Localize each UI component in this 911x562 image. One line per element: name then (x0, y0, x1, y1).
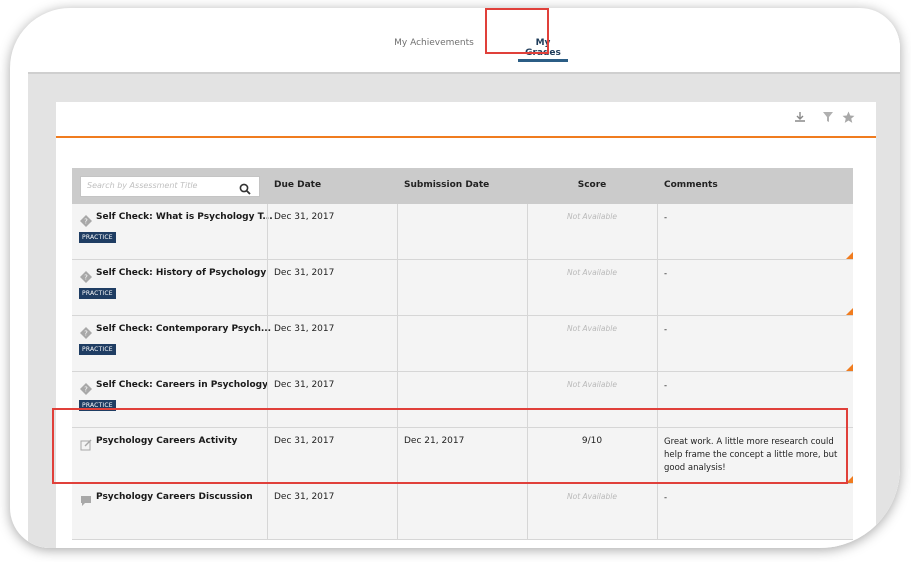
header-comments[interactable]: Comments (664, 180, 718, 190)
star-icon[interactable] (842, 111, 855, 127)
assessment-title[interactable]: Psychology Careers Discussion (96, 492, 253, 502)
assessment-title[interactable]: Self Check: What is Psychology T... (96, 212, 273, 222)
assessment-title[interactable]: Self Check: History of Psychology (96, 268, 266, 278)
header-submission-date[interactable]: Submission Date (404, 180, 489, 190)
due-date: Dec 31, 2017 (274, 268, 335, 278)
svg-text:?: ? (84, 330, 88, 338)
table-row[interactable]: ? Self Check: Contemporary Psych... PRAC… (72, 316, 853, 372)
panel-toolbar (56, 102, 876, 138)
assessment-title[interactable]: Self Check: Contemporary Psych... (96, 324, 271, 334)
expand-corner-icon[interactable] (846, 308, 853, 315)
due-date: Dec 31, 2017 (274, 492, 335, 502)
table-row[interactable]: Psychology Careers Discussion Dec 31, 20… (72, 484, 853, 540)
self-check-icon: ? (80, 380, 92, 395)
comment: - (664, 213, 668, 223)
table-row[interactable]: ? Self Check: What is Psychology T... PR… (72, 204, 853, 260)
highlight-my-grades-tab (485, 8, 549, 54)
comment: - (664, 325, 668, 335)
svg-text:?: ? (84, 218, 88, 226)
due-date: Dec 31, 2017 (274, 324, 335, 334)
score: Not Available (567, 212, 617, 221)
column-divider (527, 204, 528, 540)
self-check-icon: ? (80, 212, 92, 227)
comment: - (664, 269, 668, 279)
highlight-graded-row (52, 408, 848, 484)
due-date: Dec 31, 2017 (274, 380, 335, 390)
tab-bar: My Achievements My Grades (28, 22, 900, 74)
tab-my-achievements[interactable]: My Achievements (394, 38, 474, 48)
column-divider (397, 204, 398, 540)
svg-text:?: ? (84, 386, 88, 394)
expand-corner-icon[interactable] (846, 252, 853, 259)
comment: - (664, 493, 668, 503)
practice-badge: PRACTICE (79, 288, 116, 299)
search-icon[interactable] (239, 180, 253, 195)
filter-icon[interactable] (822, 111, 834, 126)
practice-badge: PRACTICE (79, 344, 116, 355)
download-icon[interactable] (794, 111, 806, 126)
header-due-date[interactable]: Due Date (274, 180, 321, 190)
assessment-title[interactable]: Self Check: Careers in Psychology (96, 380, 268, 390)
table-row[interactable]: ? Self Check: History of Psychology PRAC… (72, 260, 853, 316)
svg-text:?: ? (84, 274, 88, 282)
score: Not Available (567, 492, 617, 501)
comment: - (664, 381, 668, 391)
search-input[interactable]: Search by Assessment Title (80, 176, 260, 197)
score: Not Available (567, 380, 617, 389)
column-divider (267, 204, 268, 540)
expand-corner-icon[interactable] (846, 364, 853, 371)
score: Not Available (567, 268, 617, 277)
tab-my-achievements-label: My Achievements (394, 38, 474, 48)
practice-badge: PRACTICE (79, 232, 116, 243)
table-header: Search by Assessment Title Due Date Subm… (72, 168, 853, 204)
active-tab-indicator (518, 59, 568, 62)
self-check-icon: ? (80, 324, 92, 339)
discussion-icon (80, 492, 92, 506)
due-date: Dec 31, 2017 (274, 212, 335, 222)
search-placeholder: Search by Assessment Title (87, 181, 198, 190)
column-divider (657, 204, 658, 540)
header-score[interactable]: Score (528, 180, 656, 190)
self-check-icon: ? (80, 268, 92, 283)
score: Not Available (567, 324, 617, 333)
